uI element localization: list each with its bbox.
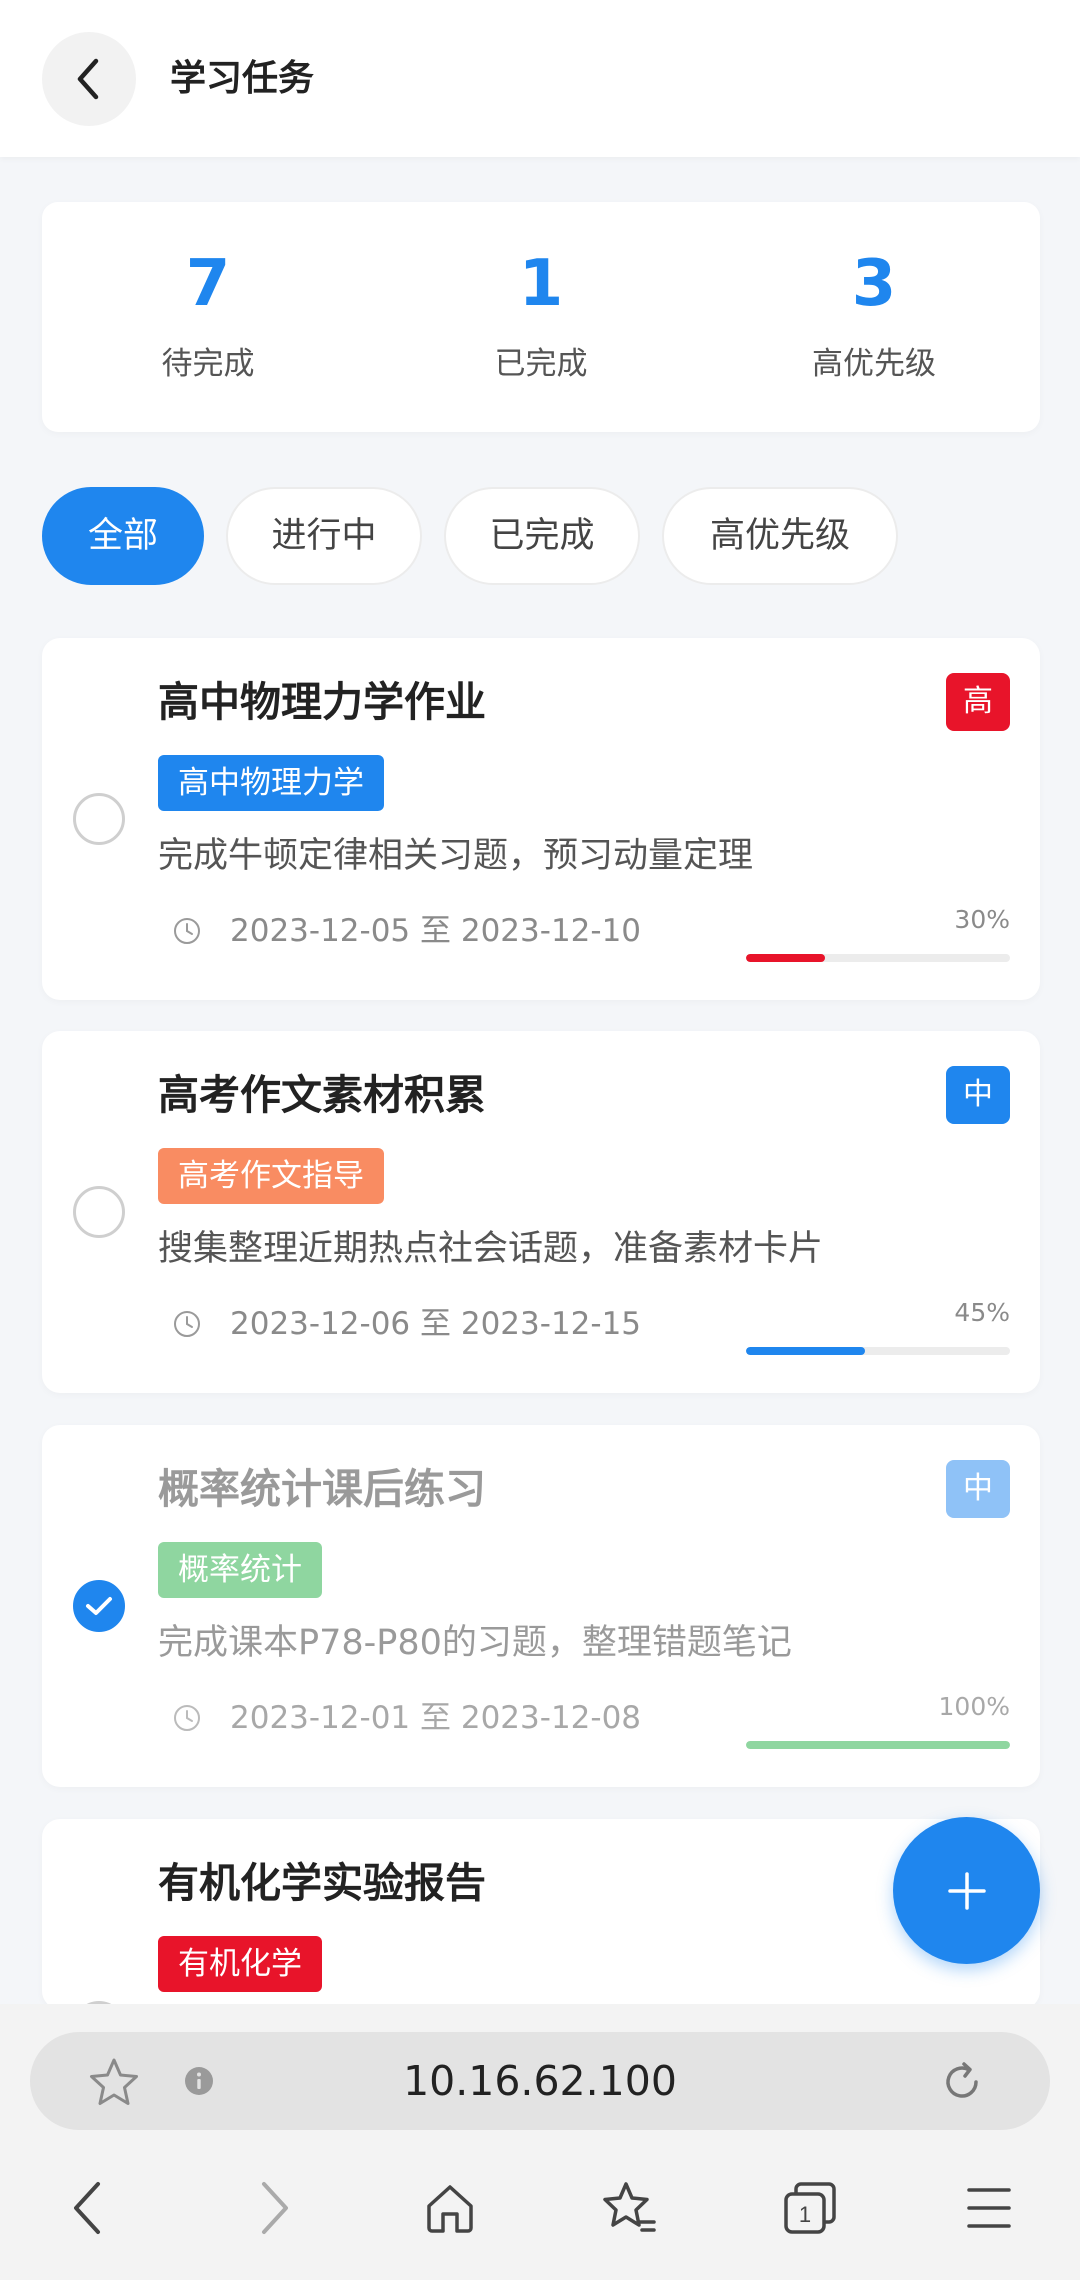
svg-text:1: 1 (799, 2202, 811, 2227)
task-checkbox[interactable] (73, 793, 125, 845)
home-icon[interactable] (424, 2182, 476, 2234)
chevron-left-icon (77, 58, 99, 100)
stat-pending-value: 7 (185, 247, 231, 321)
address-bar[interactable]: 10.16.62.100 (30, 2032, 1050, 2130)
subject-tag: 有机化学 (158, 1936, 322, 1992)
task-title: 概率统计课后练习 (158, 1465, 486, 1513)
add-task-button[interactable] (893, 1817, 1040, 1964)
clock-icon (174, 918, 200, 944)
task-description: 完成牛顿定律相关习题，预习动量定理 (158, 836, 754, 876)
subject-tag: 高中物理力学 (158, 755, 384, 811)
task-description: 搜集整理近期热点社会话题，准备素材卡片 (158, 1229, 824, 1269)
progress-fill (746, 1741, 1010, 1749)
checkmark-icon (86, 1597, 112, 1615)
stat-high-priority-value: 3 (851, 247, 897, 321)
task-card[interactable]: 有机化学实验报告 有机化学 (42, 1819, 1040, 2009)
task-title: 高中物理力学作业 (158, 678, 486, 726)
back-button[interactable] (42, 32, 136, 126)
task-description: 完成课本P78-P80的习题，整理错题笔记 (158, 1623, 792, 1663)
priority-badge: 中 (946, 1066, 1010, 1124)
filter-tab-completed[interactable]: 已完成 (444, 487, 640, 585)
task-dates: 2023-12-05 至 2023-12-10 (230, 913, 642, 949)
app-page: 学习任务 7 待完成 1 已完成 3 高优先级 全部 进行中 已完成 高优先级 … (0, 0, 1080, 2280)
forward-arrow-icon[interactable] (254, 2180, 294, 2236)
progress-percent: 100% (938, 1692, 1010, 1721)
stats-card: 7 待完成 1 已完成 3 高优先级 (42, 202, 1040, 432)
stat-pending-label: 待完成 (161, 346, 255, 382)
task-title: 高考作文素材积累 (158, 1071, 486, 1119)
task-dates: 2023-12-06 至 2023-12-15 (230, 1306, 642, 1342)
progress-bar (746, 1347, 1010, 1355)
tabs-icon[interactable]: 1 (782, 2180, 838, 2236)
clock-icon (174, 1311, 200, 1337)
url-text: 10.16.62.100 (403, 2057, 677, 2105)
task-title: 有机化学实验报告 (158, 1859, 486, 1907)
stat-high-priority: 3 高优先级 (708, 202, 1040, 432)
browser-toolbar: 10.16.62.100 1 (0, 2004, 1080, 2280)
progress-percent: 30% (954, 905, 1010, 934)
task-card[interactable]: 高考作文素材积累 中 高考作文指导 搜集整理近期热点社会话题，准备素材卡片 20… (42, 1031, 1040, 1393)
task-dates: 2023-12-01 至 2023-12-08 (230, 1700, 642, 1736)
task-checkbox[interactable] (73, 1186, 125, 1238)
progress-percent: 45% (954, 1298, 1010, 1327)
stat-high-priority-label: 高优先级 (812, 346, 936, 382)
progress-fill (746, 1347, 865, 1355)
app-header: 学习任务 (0, 0, 1080, 157)
task-checkbox[interactable] (73, 1580, 125, 1632)
page-title: 学习任务 (170, 58, 315, 99)
filter-tab-all[interactable]: 全部 (42, 487, 204, 585)
progress-fill (746, 954, 826, 962)
stat-completed: 1 已完成 (375, 202, 707, 432)
reload-icon[interactable] (938, 2058, 986, 2106)
stat-completed-label: 已完成 (494, 346, 588, 382)
progress-bar (746, 954, 1010, 962)
subject-tag: 高考作文指导 (158, 1148, 384, 1204)
menu-icon[interactable] (966, 2186, 1012, 2230)
priority-badge: 中 (946, 1460, 1010, 1518)
plus-icon (947, 1871, 986, 1910)
filter-tab-in-progress[interactable]: 进行中 (226, 487, 422, 585)
clock-icon (174, 1705, 200, 1731)
priority-badge: 高 (946, 673, 1010, 731)
stat-pending: 7 待完成 (42, 202, 374, 432)
task-card[interactable]: 高中物理力学作业 高 高中物理力学 完成牛顿定律相关习题，预习动量定理 2023… (42, 638, 1040, 1000)
progress-bar (746, 1741, 1010, 1749)
subject-tag: 概率统计 (158, 1542, 322, 1598)
filter-tab-high-priority[interactable]: 高优先级 (662, 487, 898, 585)
back-arrow-icon[interactable] (68, 2180, 108, 2236)
stat-completed-value: 1 (518, 247, 564, 321)
bookmarks-icon[interactable] (600, 2180, 658, 2236)
task-card[interactable]: 概率统计课后练习 中 概率统计 完成课本P78-P80的习题，整理错题笔记 20… (42, 1425, 1040, 1787)
